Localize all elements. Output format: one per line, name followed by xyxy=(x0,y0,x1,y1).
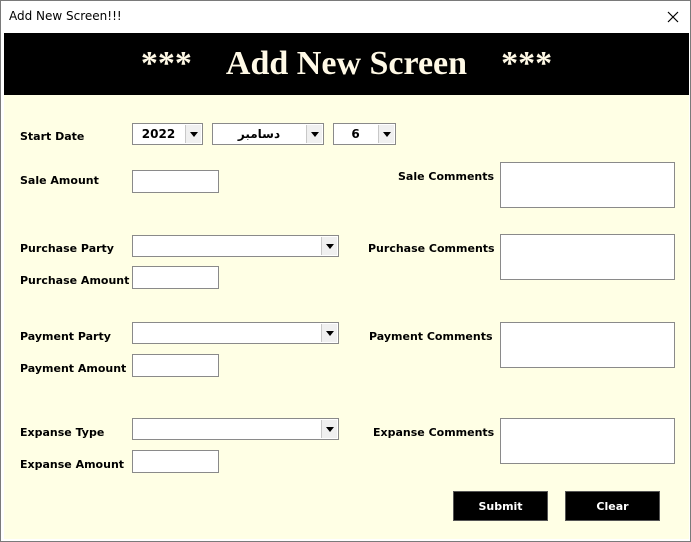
start-date-label: Start Date xyxy=(20,130,85,143)
banner-left-stars: *** xyxy=(140,45,192,82)
month-dropdown[interactable]: دسامبر xyxy=(212,123,324,145)
title-bar: Add New Screen!!! xyxy=(1,1,690,32)
payment-party-label: Payment Party xyxy=(20,330,111,343)
chevron-down-icon[interactable] xyxy=(321,324,337,342)
payment-comments-label: Payment Comments xyxy=(369,330,493,343)
payment-party-dropdown[interactable] xyxy=(132,322,339,344)
payment-amount-label: Payment Amount xyxy=(20,362,127,375)
close-icon xyxy=(667,11,679,22)
expanse-comments-label: Expanse Comments xyxy=(373,426,495,439)
day-dropdown[interactable]: 6 xyxy=(333,123,396,145)
clear-button[interactable]: Clear xyxy=(565,491,660,521)
chevron-down-icon[interactable] xyxy=(185,125,201,143)
year-dropdown[interactable]: 2022 xyxy=(132,123,203,145)
window-title: Add New Screen!!! xyxy=(9,9,122,23)
banner-right-stars: *** xyxy=(501,45,553,82)
payment-comments-input[interactable] xyxy=(500,322,675,368)
day-value: 6 xyxy=(351,127,360,141)
month-value: دسامبر xyxy=(237,127,281,141)
header-banner: *** Add New Screen *** xyxy=(4,33,689,95)
chevron-down-icon[interactable] xyxy=(306,125,322,143)
purchase-comments-label: Purchase Comments xyxy=(368,242,495,255)
expanse-type-label: Expanse Type xyxy=(20,426,105,439)
submit-button[interactable]: Submit xyxy=(453,491,548,521)
close-button[interactable] xyxy=(656,1,690,32)
year-value: 2022 xyxy=(141,127,176,141)
payment-amount-input[interactable] xyxy=(132,354,219,377)
sale-comments-input[interactable] xyxy=(500,162,675,208)
form-area: *** Add New Screen *** Start Date 2022 د… xyxy=(4,33,689,539)
purchase-amount-input[interactable] xyxy=(132,266,219,289)
sale-comments-label: Sale Comments xyxy=(398,170,495,183)
expanse-comments-input[interactable] xyxy=(500,418,675,464)
chevron-down-icon[interactable] xyxy=(378,125,394,143)
sale-amount-label: Sale Amount xyxy=(20,174,99,187)
chevron-down-icon[interactable] xyxy=(321,420,337,438)
expanse-type-dropdown[interactable] xyxy=(132,418,339,440)
expanse-amount-input[interactable] xyxy=(132,450,219,473)
chevron-down-icon[interactable] xyxy=(321,237,337,255)
purchase-party-dropdown[interactable] xyxy=(132,235,339,257)
sale-amount-input[interactable] xyxy=(132,170,219,193)
expanse-amount-label: Expanse Amount xyxy=(20,458,125,471)
purchase-party-label: Purchase Party xyxy=(20,242,114,255)
banner-heading: Add New Screen xyxy=(225,45,468,82)
app-window: Add New Screen!!! *** Add New Screen ***… xyxy=(0,0,691,542)
purchase-comments-input[interactable] xyxy=(500,234,675,280)
purchase-amount-label: Purchase Amount xyxy=(20,274,130,287)
